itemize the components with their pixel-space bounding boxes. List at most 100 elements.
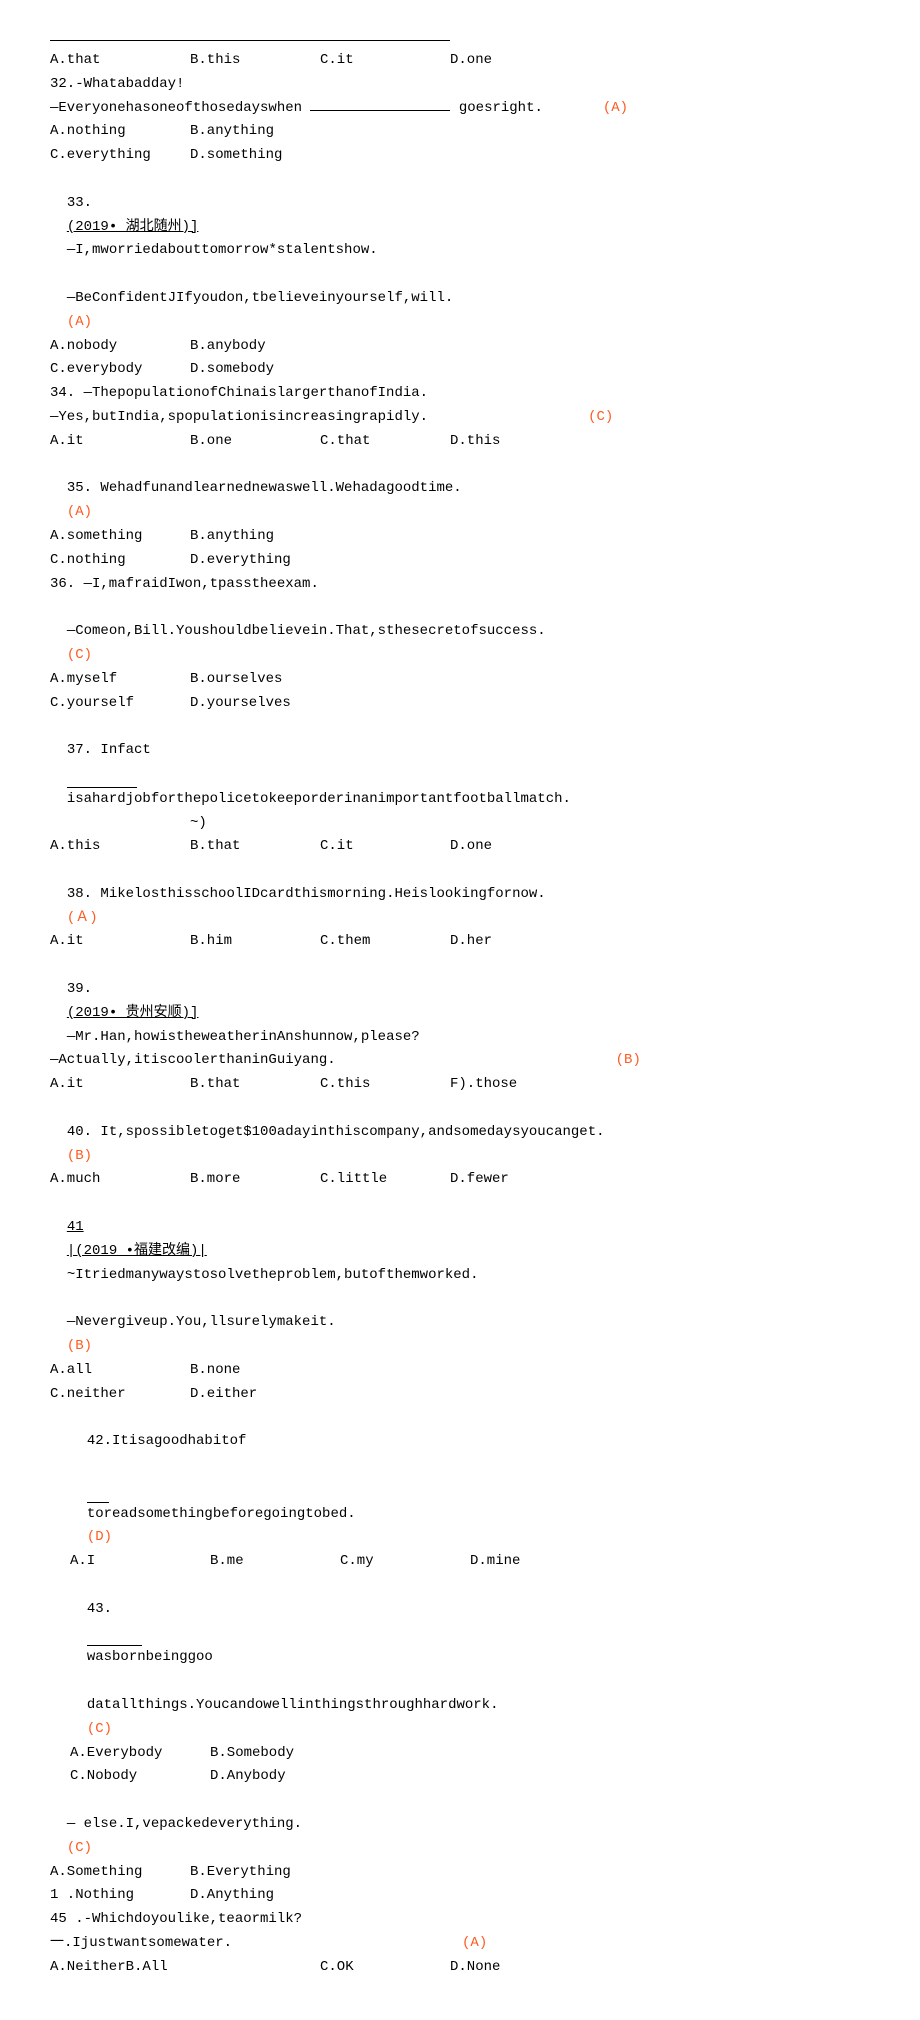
q32-blank bbox=[310, 110, 450, 111]
q41-line2-text: —Nevergiveup.You,llsurelymakeit. bbox=[67, 1314, 336, 1330]
q45-line2-text: 一.Ijustwantsomewater. bbox=[50, 1932, 232, 1956]
q36-answer: (C) bbox=[67, 647, 92, 663]
q38-title-text: 38. MikelosthisschoolIDcardthismorning.H… bbox=[67, 886, 546, 902]
q39-opt-b: B.that bbox=[190, 1073, 320, 1097]
q42-opt-a: A.I bbox=[70, 1550, 210, 1574]
q40-opt-a: A.much bbox=[50, 1168, 190, 1192]
q33-opt-d: D.somebody bbox=[190, 358, 390, 382]
q44-answer: (C) bbox=[67, 1840, 92, 1856]
q32-options-2: C.everything D.something bbox=[50, 144, 870, 168]
q35-opt-c: C.nothing bbox=[50, 549, 190, 573]
q45-opt-ab: A.NeitherB.All bbox=[50, 1956, 320, 1980]
q41-opt-b: B.none bbox=[190, 1359, 390, 1383]
q32-line2b: goesright. bbox=[459, 100, 543, 116]
q38-answer: (Ａ) bbox=[67, 910, 98, 926]
q43-options-1: A.Everybody B.Somebody bbox=[50, 1742, 870, 1766]
q43-options-2: C.Nobody D.Anybody bbox=[50, 1765, 870, 1789]
q39-options: A.it B.that C.this F).those bbox=[50, 1073, 870, 1097]
q41-answer: (B) bbox=[67, 1338, 92, 1354]
q42-tail: toreadsomethingbeforegoingtobed. bbox=[87, 1506, 356, 1522]
q45-opt-d: D.None bbox=[450, 1956, 500, 1980]
q37-options: A.this B.that C.it D.one bbox=[50, 835, 870, 859]
q32-options-1: A.nothing B.anything bbox=[50, 120, 870, 144]
q33-opt-b: B.anybody bbox=[190, 335, 390, 359]
q37-line2: ~) bbox=[50, 812, 870, 836]
q45-answer: (A) bbox=[462, 1932, 487, 1956]
q43-title: 43. wasbornbeinggoo datallthings.Youcand… bbox=[50, 1574, 870, 1742]
q37-opt-d: D.one bbox=[450, 835, 580, 859]
q44-title-text: — else.I,vepackedeverything. bbox=[67, 1816, 302, 1832]
q41-opt-c: C.neither bbox=[50, 1383, 190, 1407]
q37-tail: isahardjobforthepolicetokeeporderinanimp… bbox=[67, 791, 571, 807]
q40-opt-d: D.fewer bbox=[450, 1168, 580, 1192]
q44-opt-a: A.Something bbox=[50, 1861, 190, 1885]
q33-tail: —I,mworriedabouttomorrow*stalentshow. bbox=[67, 242, 378, 258]
q44-title: — else.I,vepackedeverything. (C) bbox=[50, 1789, 870, 1860]
q32-line2a: —Everyonehasoneofthosedayswhen bbox=[50, 100, 302, 116]
q41-num: 41 bbox=[67, 1219, 84, 1235]
q45-title: 45 .-Whichdoyoulike,teaormilk? bbox=[50, 1908, 870, 1932]
q31-opt-c: C.it bbox=[320, 49, 450, 73]
q34-options: A.it B.one C.that D.this bbox=[50, 430, 870, 454]
q42-title-text: 42.Itisagoodhabitof bbox=[87, 1433, 247, 1449]
q41-options-1: A.all B.none bbox=[50, 1359, 870, 1383]
q33-line2: —BeConfidentJIfyoudon,tbelieveinyourself… bbox=[50, 263, 870, 334]
q35-opt-a: A.something bbox=[50, 525, 190, 549]
q37-blank bbox=[67, 763, 137, 788]
q40-title: 40. It,spossibletoget$100adayinthiscompa… bbox=[50, 1097, 870, 1168]
q33-line2-text: —BeConfidentJIfyoudon,tbelieveinyourself… bbox=[67, 290, 453, 306]
q43-blank bbox=[87, 1622, 142, 1647]
q39-line2-text: —Actually,itiscoolerthaninGuiyang. bbox=[50, 1049, 336, 1073]
q34-line2-text: —Yes,butIndia,spopulationisincreasingrap… bbox=[50, 406, 428, 430]
q35-answer: (A) bbox=[67, 504, 92, 520]
q39-opt-d: F).those bbox=[450, 1073, 580, 1097]
q35-opt-d: D.everything bbox=[190, 549, 390, 573]
q42-opt-c: C.my bbox=[340, 1550, 470, 1574]
q36-opt-d: D.yourselves bbox=[190, 692, 390, 716]
q45-line2: 一.Ijustwantsomewater. (A) bbox=[50, 1932, 870, 1956]
q40-answer: (B) bbox=[67, 1148, 92, 1164]
q32-opt-c: C.everything bbox=[50, 144, 190, 168]
q38-opt-d: D.her bbox=[450, 930, 580, 954]
q42-answer: (D) bbox=[87, 1529, 112, 1545]
q44-options-2: 1 .Nothing D.Anything bbox=[50, 1884, 870, 1908]
q39-line2: —Actually,itiscoolerthaninGuiyang. (B) bbox=[50, 1049, 870, 1073]
q38-opt-b: B.him bbox=[190, 930, 320, 954]
q31-opt-a: A.that bbox=[50, 49, 190, 73]
q41-options-2: C.neither D.either bbox=[50, 1383, 870, 1407]
q33-num: 33. bbox=[67, 195, 92, 211]
q39-opt-a: A.it bbox=[50, 1073, 190, 1097]
q40-opt-b: B.more bbox=[190, 1168, 320, 1192]
q44-opt-b: B.Everything bbox=[190, 1861, 390, 1885]
q39-answer: (B) bbox=[616, 1049, 641, 1073]
q37-opt-b: B.that bbox=[190, 835, 320, 859]
q39-link: (2019• 贵州安顺)] bbox=[67, 1005, 199, 1021]
q36-options-1: A.myself B.ourselves bbox=[50, 668, 870, 692]
q42-opt-d: D.mine bbox=[470, 1550, 600, 1574]
q41-opt-d: D.either bbox=[190, 1383, 390, 1407]
q34-answer: (C) bbox=[588, 406, 613, 430]
q38-opt-a: A.it bbox=[50, 930, 190, 954]
q32-answer: (A) bbox=[603, 97, 628, 121]
q35-opt-b: B.anything bbox=[190, 525, 390, 549]
q37-opt-c: C.it bbox=[320, 835, 450, 859]
q33-answer: (A) bbox=[67, 314, 92, 330]
q34-opt-a: A.it bbox=[50, 430, 190, 454]
q34-opt-d: D.this bbox=[450, 430, 580, 454]
q31-opt-b: B.this bbox=[190, 49, 320, 73]
q36-options-2: C.yourself D.yourselves bbox=[50, 692, 870, 716]
q43-tail1: wasbornbeinggoo bbox=[87, 1649, 213, 1665]
q31-opt-d: D.one bbox=[450, 49, 580, 73]
q41-title: 41 |(2019 •福建改编)| ~Itriedmanywaystosolve… bbox=[50, 1192, 870, 1287]
q36-line2: —Comeon,Bill.Youshouldbelievein.That,sth… bbox=[50, 596, 870, 667]
q42-blank bbox=[87, 1478, 109, 1503]
q34-opt-b: B.one bbox=[190, 430, 320, 454]
q40-opt-c: C.little bbox=[320, 1168, 450, 1192]
q36-opt-a: A.myself bbox=[50, 668, 190, 692]
q32-opt-d: D.something bbox=[190, 144, 390, 168]
q32-title: 32.-Whatabadday! bbox=[50, 73, 870, 97]
q35-title: 35. Wehadfunandlearnednewaswell.Wehadago… bbox=[50, 454, 870, 525]
q41-opt-a: A.all bbox=[50, 1359, 190, 1383]
q41-link: |(2019 •福建改编)| bbox=[67, 1243, 207, 1259]
q39-opt-c: C.this bbox=[320, 1073, 450, 1097]
